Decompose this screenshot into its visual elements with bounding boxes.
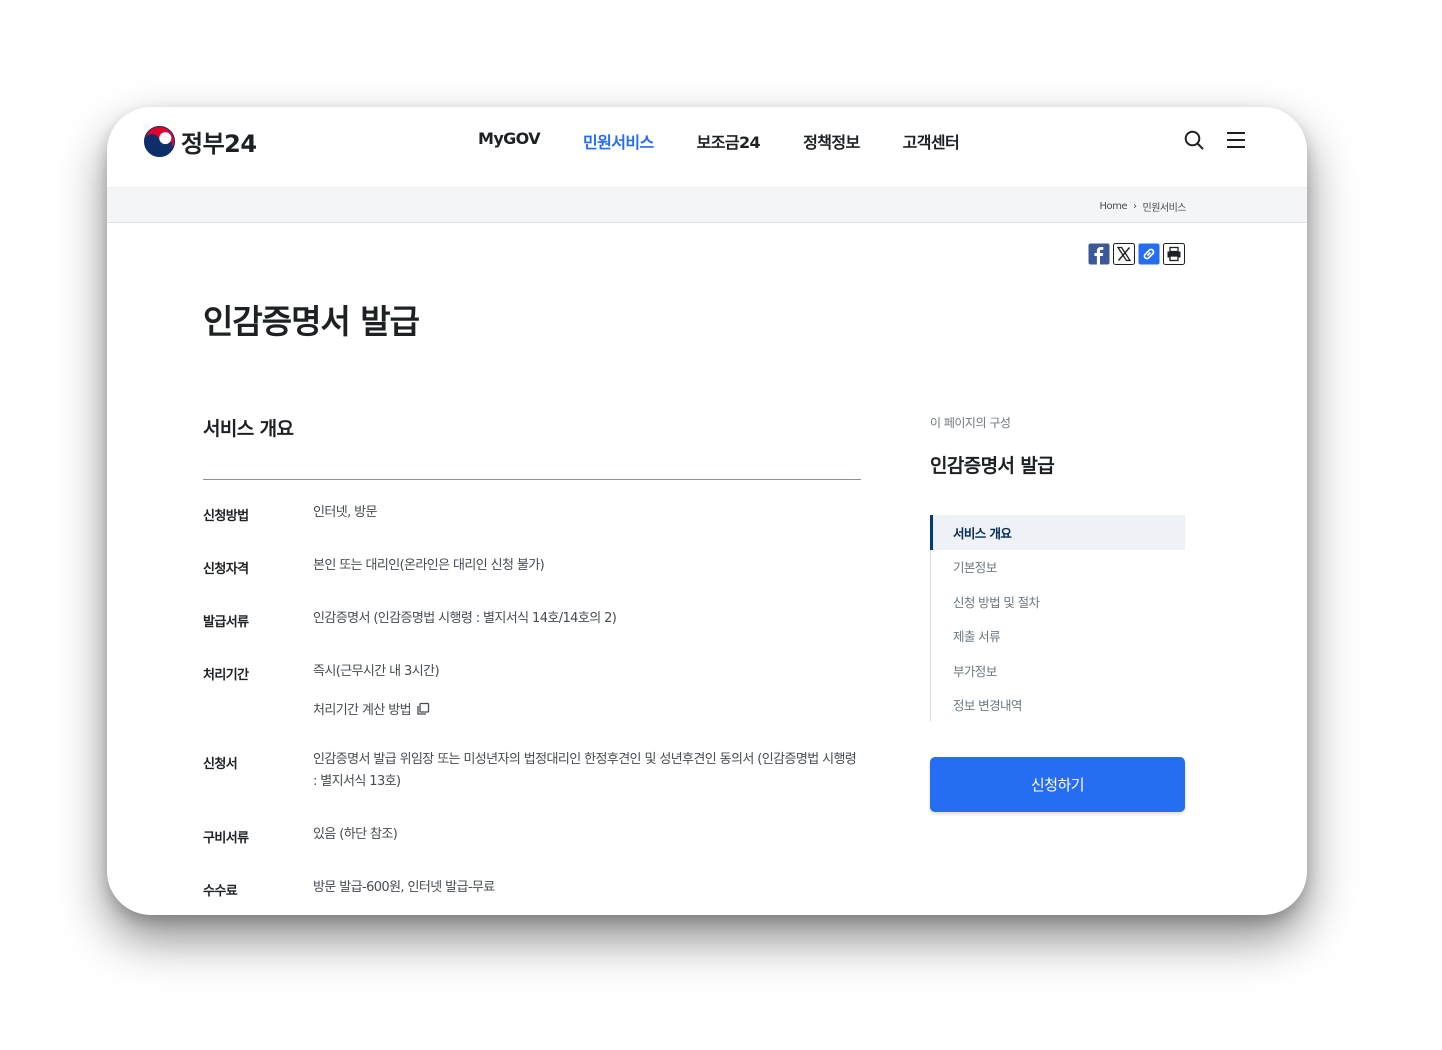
toc-item-basic-info[interactable]: 기본정보 (931, 550, 1185, 585)
page-title: 인감증명서 발급 (203, 302, 420, 341)
nav-item-mygov[interactable]: MyGOV (478, 129, 541, 153)
toc-caption: 이 페이지의 구성 (930, 416, 1011, 430)
row-value-required-docs: 있음 (하단 참조) (313, 827, 398, 842)
row-label-required-docs: 구비서류 (203, 831, 249, 846)
toc-item-additional-info[interactable]: 부가정보 (931, 653, 1185, 688)
breadcrumb-home[interactable]: Home (1099, 201, 1127, 212)
share-toolbar (1088, 243, 1185, 265)
nav-item-policy-info[interactable]: 정책정보 (803, 129, 860, 153)
row-value-eligibility: 본인 또는 대리인(온라인은 대리인 신청 불가) (313, 558, 545, 573)
page-toc: 서비스 개요 기본정보 신청 방법 및 절차 제출 서류 부가정보 정보 변경내… (930, 515, 1185, 721)
site-logo[interactable]: 정부24 (143, 124, 257, 158)
breadcrumb: Home › 민원서비스 (1099, 199, 1186, 214)
section-title-overview: 서비스 개요 (203, 418, 294, 440)
toc-item-service-overview[interactable]: 서비스 개요 (930, 515, 1185, 550)
processing-time-calc-label: 처리기간 계산 방법 (313, 703, 412, 718)
toc-item-change-history[interactable]: 정보 변경내역 (931, 688, 1185, 723)
row-label-eligibility: 신청자격 (203, 562, 249, 577)
breadcrumb-bar: Home › 민원서비스 (107, 187, 1307, 223)
row-value-fee: 방문 발급-600원, 인터넷 발급-무료 (313, 880, 495, 895)
nav-item-civil-services[interactable]: 민원서비스 (583, 129, 654, 153)
main-nav: MyGOV 민원서비스 보조금24 정책정보 고객센터 (478, 129, 960, 153)
facebook-icon[interactable] (1088, 243, 1110, 265)
menu-icon[interactable] (1225, 129, 1247, 151)
row-value-method: 인터넷, 방문 (313, 505, 377, 520)
row-value-processing-time: 즉시(근무시간 내 3시간) (313, 664, 440, 679)
external-window-icon (417, 702, 430, 715)
row-label-application-form: 신청서 (203, 757, 238, 772)
site-header: 정부24 MyGOV 민원서비스 보조금24 정책정보 고객센터 (107, 107, 1307, 187)
toc-item-submission-documents[interactable]: 제출 서류 (931, 619, 1185, 654)
print-icon[interactable] (1163, 243, 1185, 265)
row-value-application-form: 인감증명서 발급 위임장 또는 미성년자의 법정대리인 한정후견인 및 성년후견… (313, 752, 857, 789)
logo-text: 정부24 (181, 129, 257, 158)
row-label-document: 발급서류 (203, 615, 249, 630)
browser-window: 정부24 MyGOV 민원서비스 보조금24 정책정보 고객센터 Home › … (107, 107, 1307, 915)
taegeuk-logo-icon (143, 125, 176, 157)
section-divider (203, 479, 861, 480)
toc-item-application-procedure[interactable]: 신청 방법 및 절차 (931, 584, 1185, 619)
processing-time-calc-link[interactable]: 처리기간 계산 방법 (313, 699, 430, 718)
row-label-fee: 수수료 (203, 884, 238, 899)
row-label-method: 신청방법 (203, 509, 249, 524)
apply-button[interactable]: 신청하기 (930, 757, 1185, 812)
row-value-document: 인감증명서 (인감증명법 시행령 : 별지서식 14호/14호의 2) (313, 611, 617, 626)
chevron-right-icon: › (1133, 201, 1137, 212)
breadcrumb-current[interactable]: 민원서비스 (1143, 199, 1187, 214)
link-icon[interactable] (1138, 243, 1160, 265)
search-icon[interactable] (1183, 129, 1205, 151)
nav-item-customer-center[interactable]: 고객센터 (903, 129, 960, 153)
toc-title: 인감증명서 발급 (930, 455, 1055, 477)
row-label-processing-time: 처리기간 (203, 668, 249, 683)
x-icon[interactable] (1113, 243, 1135, 265)
nav-item-subsidy24[interactable]: 보조금24 (697, 129, 761, 153)
